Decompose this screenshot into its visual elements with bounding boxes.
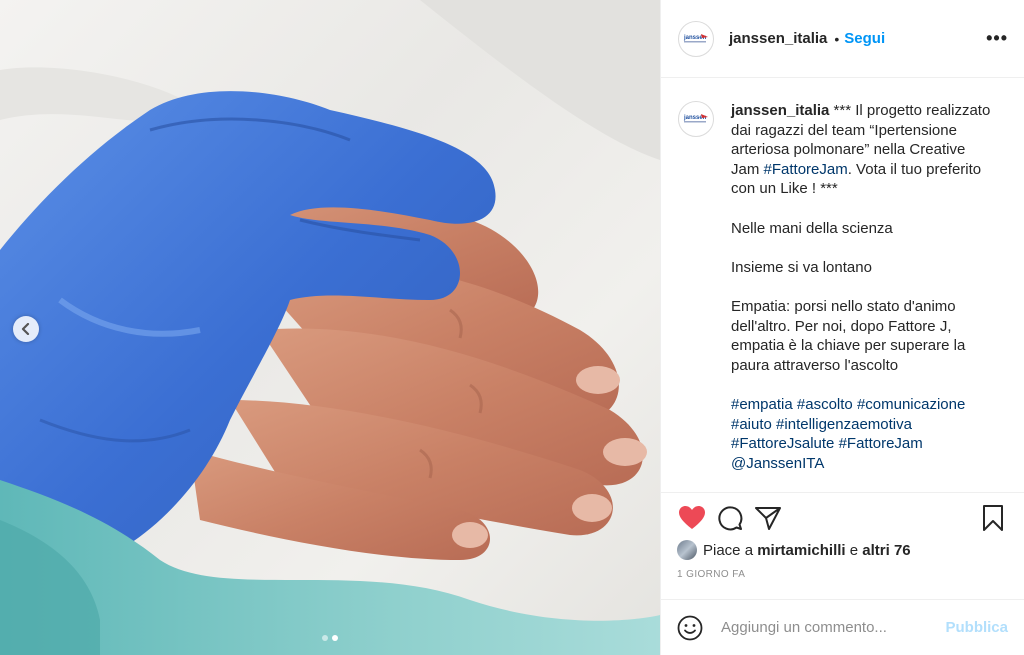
caption-hashtags: #empatia #ascolto #comunicazione #aiuto …	[731, 395, 993, 473]
carousel-dot-active	[332, 635, 338, 641]
comments-area[interactable]: janssen janssen_italia *** Il progetto r…	[661, 79, 1024, 491]
janssen-logo-icon: janssen	[683, 114, 708, 123]
smiley-icon[interactable]	[677, 615, 703, 641]
likes-connector: e	[849, 541, 859, 559]
hashtag-link[interactable]: #FattoreJam	[764, 161, 848, 178]
save-button[interactable]	[978, 503, 1008, 533]
more-options-icon[interactable]: •••	[986, 28, 1008, 49]
hashtag-link[interactable]: #empatia	[731, 396, 793, 413]
account-username[interactable]: janssen_italia	[729, 30, 827, 47]
carousel-prev-button[interactable]	[13, 316, 39, 342]
add-comment-bar: Pubblica	[661, 599, 1024, 655]
hashtag-link[interactable]: #FattoreJsalute	[731, 435, 834, 452]
post-image[interactable]	[0, 0, 660, 655]
post-timestamp[interactable]: 1 GIORNO FA	[677, 569, 1008, 580]
janssen-logo-icon: janssen	[683, 33, 708, 42]
caption-avatar[interactable]: janssen	[678, 101, 714, 137]
post-actions-section: Piace a mirtamichilli e altri 76 1 GIORN…	[661, 492, 1024, 580]
caption-username[interactable]: janssen_italia	[731, 102, 829, 119]
hashtag-link[interactable]: #FattoreJam	[839, 435, 923, 452]
likes-summary: Piace a mirtamichilli e altri 76	[677, 540, 1008, 560]
action-bar	[677, 493, 1008, 543]
likes-prefix: Piace a	[703, 541, 754, 559]
carousel-dot	[322, 635, 328, 641]
comment-icon	[718, 506, 743, 531]
caption-paragraph: Nelle mani della scienza	[731, 219, 893, 237]
comment-input[interactable]	[719, 618, 946, 637]
paper-plane-icon	[755, 507, 781, 530]
hashtag-link[interactable]: #comunicazione	[857, 396, 965, 413]
liker-avatar[interactable]	[677, 540, 697, 560]
bookmark-icon	[983, 505, 1003, 531]
caption-text: janssen_italia *** Il progetto realizzat…	[731, 101, 993, 491]
follow-button[interactable]: Segui	[844, 30, 885, 47]
caption-paragraph: Empatia: porsi nello stato d'animo dell'…	[731, 297, 966, 374]
heart-filled-icon	[679, 506, 705, 529]
liker-username[interactable]: mirtamichilli	[757, 542, 845, 559]
separator-dot: •	[834, 30, 840, 47]
hashtag-link[interactable]: #intelligenzaemotiva	[776, 416, 912, 433]
account-avatar[interactable]: janssen	[678, 20, 714, 57]
mention-link[interactable]: @JanssenITA	[731, 455, 824, 472]
caption: janssen janssen_italia *** Il progetto r…	[678, 101, 1008, 491]
hashtag-link[interactable]: #ascolto	[797, 396, 853, 413]
gloved-hand-holding-hand-photo	[0, 0, 660, 655]
comment-button[interactable]	[715, 503, 745, 533]
chevron-left-icon	[21, 323, 30, 335]
caption-paragraph: janssen_italia *** Il progetto realizzat…	[731, 101, 993, 199]
publish-button[interactable]: Pubblica	[945, 619, 1008, 636]
instagram-post: janssen janssen_italia • Segui ••• janss…	[0, 0, 1024, 655]
likes-others-link[interactable]: altri 76	[862, 542, 910, 559]
hashtag-link[interactable]: #aiuto	[731, 416, 772, 433]
post-side-panel: janssen janssen_italia • Segui ••• janss…	[660, 0, 1024, 655]
post-header: janssen janssen_italia • Segui •••	[661, 0, 1024, 78]
like-button[interactable]	[677, 503, 707, 533]
caption-paragraph: Insieme si va lontano	[731, 258, 872, 276]
carousel-indicator	[0, 635, 660, 641]
share-button[interactable]	[753, 503, 783, 533]
